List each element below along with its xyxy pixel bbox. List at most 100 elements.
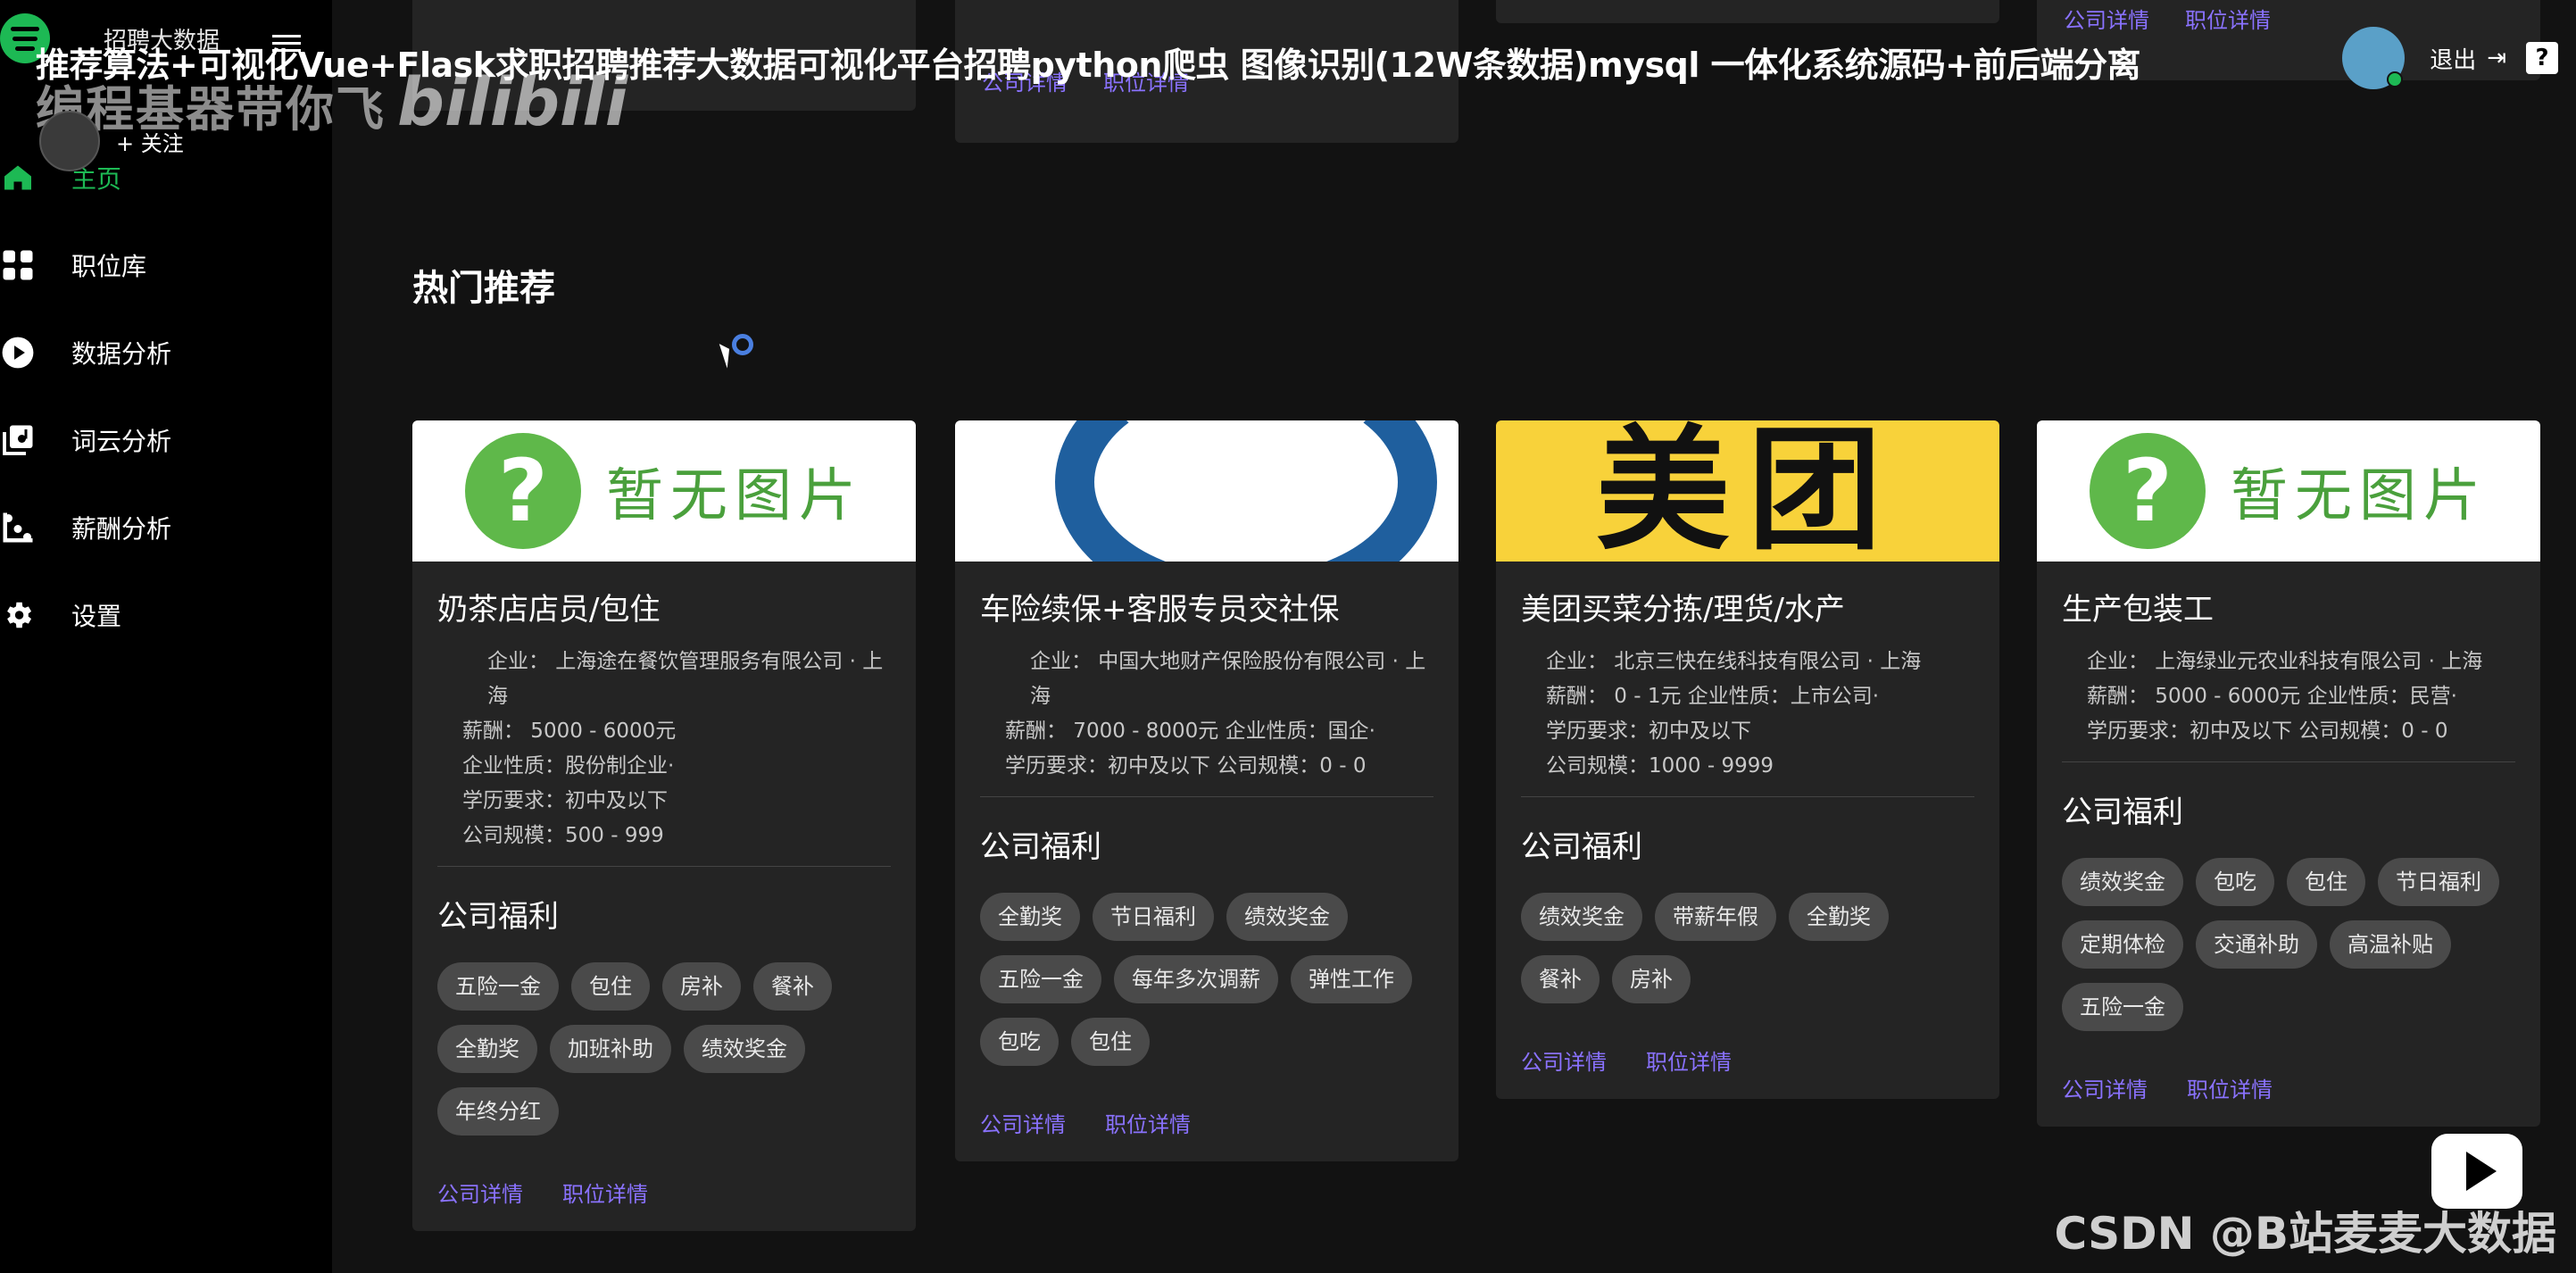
company-line: 企业： 上海绿业元农业科技有限公司 · 上海 [2087, 650, 2483, 673]
benefit-title: 公司福利 [980, 829, 1101, 865]
sidebar-item-settings[interactable]: 设置 [0, 571, 332, 659]
benefit-tag: 绩效奖金 [1521, 893, 1642, 941]
uploader-avatar[interactable] [39, 111, 100, 171]
benefit-tag: 全勤奖 [437, 1025, 537, 1073]
benefit-tag: 全勤奖 [1789, 893, 1889, 941]
header-user-area: 退出 ⇥ ? [2342, 27, 2558, 89]
job-detail-link[interactable]: 职位详情 [1646, 1044, 1732, 1076]
benefit-tag: 交通补助 [2196, 920, 2317, 969]
benefit-title: 公司福利 [2062, 795, 2183, 830]
no-image-text: 暂无图片 [2231, 463, 2488, 529]
benefit-tag: 绩效奖金 [684, 1025, 805, 1073]
benefit-tag: 全勤奖 [980, 893, 1080, 941]
question-mark-icon: ? [2090, 433, 2206, 549]
help-icon[interactable]: ? [2526, 42, 2558, 74]
company-logo-image [955, 420, 1458, 562]
job-title: 美团买菜分拣/理货/水产 [1521, 592, 1845, 628]
job-info: 企业： 北京三快在线科技有限公司 · 上海 薪酬： 0 - 1元 企业性质：上市… [1521, 645, 1974, 784]
follow-button[interactable]: + 关注 [116, 126, 184, 157]
education-line: 学历要求：初中及以下 [1546, 720, 1751, 743]
job-card[interactable]: ? 暂无图片 生产包装工 企业： 上海绿业元农业科技有限公司 · 上海 薪酬： … [2037, 420, 2540, 1127]
scatter-icon [0, 510, 36, 545]
company-line: 企业： 中国大地财产保险股份有限公司 · 上海 [1030, 650, 1426, 708]
company-size-line: 公司规模：500 - 999 [462, 824, 664, 847]
benefit-tag: 年终分红 [437, 1087, 559, 1136]
company-detail-link[interactable]: 公司详情 [437, 1177, 523, 1208]
sidebar-item-label: 职位库 [71, 252, 147, 281]
benefit-tag: 节日福利 [1093, 893, 1214, 941]
job-card[interactable]: 美团 美团买菜分拣/理货/水产 企业： 北京三快在线科技有限公司 · 上海 薪酬… [1496, 420, 1999, 1099]
job-title: 生产包装工 [2062, 592, 2214, 628]
salary-line: 薪酬： 5000 - 6000元 [462, 720, 677, 743]
sidebar-item-salary-analysis[interactable]: 薪酬分析 [0, 484, 332, 571]
sidebar-item-label: 词云分析 [71, 427, 172, 456]
wave-logo-icon [1055, 420, 1437, 562]
benefit-tag: 绩效奖金 [2062, 858, 2183, 906]
section-title: 热门推荐 [412, 268, 555, 309]
benefit-tag: 餐补 [753, 962, 832, 1011]
job-detail-link[interactable]: 职位详情 [1105, 1107, 1191, 1138]
job-info: 企业： 上海途在餐饮管理服务有限公司 · 上海 薪酬： 5000 - 6000元… [437, 645, 891, 853]
benefit-title: 公司福利 [437, 899, 559, 935]
play-circle-icon [0, 335, 36, 370]
benefit-tags: 五险一金 包住 房补 餐补 全勤奖 加班补助 绩效奖金 年终分红 [437, 962, 891, 1136]
benefit-tag: 五险一金 [980, 955, 1101, 1003]
job-info: 企业： 中国大地财产保险股份有限公司 · 上海 薪酬： 7000 - 8000元… [980, 645, 1433, 784]
question-mark-icon: ? [465, 433, 581, 549]
card-links: 公司详情 职位详情 [437, 1136, 891, 1231]
job-image: ? 暂无图片 [2037, 420, 2540, 562]
sidebar-item-data-analysis[interactable]: 数据分析 [0, 309, 332, 396]
no-image-text: 暂无图片 [606, 463, 863, 529]
job-title: 奶茶店店员/包住 [437, 592, 661, 628]
library-icon [0, 422, 36, 458]
company-detail-link[interactable]: 公司详情 [1521, 1044, 1607, 1076]
job-card[interactable]: 车险续保+客服专员交社保 企业： 中国大地财产保险股份有限公司 · 上海 薪酬：… [955, 420, 1458, 1161]
benefit-tag: 包住 [571, 962, 650, 1011]
salary-line: 薪酬： 7000 - 8000元 企业性质：国企· [1005, 720, 1375, 743]
company-detail-link[interactable]: 公司详情 [2064, 3, 2149, 34]
benefit-tag: 节日福利 [2378, 858, 2499, 906]
logout-icon[interactable]: ⇥ [2487, 45, 2506, 71]
job-card[interactable]: ? 暂无图片 奶茶店店员/包住 企业： 上海途在餐饮管理服务有限公司 · 上海 … [412, 420, 916, 1231]
benefit-tag: 包吃 [2196, 858, 2274, 906]
benefit-tag: 五险一金 [437, 962, 559, 1011]
sidebar-item-label: 设置 [71, 602, 122, 631]
sidebar-item-jobs[interactable]: 职位库 [0, 221, 332, 309]
card-links: 公司详情 职位详情 [1521, 1003, 1974, 1099]
benefit-tag: 房补 [662, 962, 741, 1011]
benefit-tags: 绩效奖金 包吃 包住 节日福利 定期体检 交通补助 高温补贴 五险一金 [2062, 858, 2515, 1031]
divider [1521, 796, 1974, 797]
benefit-tag: 五险一金 [2062, 983, 2183, 1031]
benefit-tag: 包吃 [980, 1018, 1059, 1066]
company-type-line: 企业性质：股份制企业· [462, 754, 675, 778]
csdn-watermark: CSDN @B站麦麦大数据 [2054, 1208, 2557, 1260]
job-detail-link[interactable]: 职位详情 [2185, 3, 2271, 34]
previous-card [1496, 0, 1999, 23]
home-icon [0, 160, 36, 196]
divider [2062, 761, 2515, 762]
card-links: 公司详情 职位详情 [980, 1066, 1433, 1161]
benefit-title: 公司福利 [1521, 829, 1642, 865]
benefit-tag: 定期体检 [2062, 920, 2183, 969]
job-image: ? 暂无图片 [412, 420, 916, 562]
benefit-tags: 全勤奖 节日福利 绩效奖金 五险一金 每年多次调薪 弹性工作 包吃 包住 [980, 893, 1433, 1066]
company-line: 企业： 上海途在餐饮管理服务有限公司 · 上海 [487, 650, 884, 708]
benefit-tags: 绩效奖金 带薪年假 全勤奖 餐补 房补 [1521, 893, 1974, 1003]
education-line: 学历要求：初中及以下 [462, 789, 668, 812]
benefit-tag: 餐补 [1521, 955, 1600, 1003]
logout-button[interactable]: 退出 [2430, 42, 2476, 75]
company-detail-link[interactable]: 公司详情 [2062, 1072, 2148, 1103]
benefit-tag: 带薪年假 [1655, 893, 1776, 941]
sidebar-item-wordcloud[interactable]: 词云分析 [0, 396, 332, 484]
company-size-line: 公司规模：1000 - 9999 [1546, 754, 1774, 778]
sidebar-nav: 主页 职位库 数据分析 词云分析 薪酬分析 设置 [0, 134, 332, 659]
benefit-tag: 加班补助 [550, 1025, 671, 1073]
avatar[interactable] [2342, 27, 2406, 89]
grid-icon [0, 247, 36, 283]
company-detail-link[interactable]: 公司详情 [980, 1107, 1066, 1138]
job-detail-link[interactable]: 职位详情 [562, 1177, 648, 1208]
sidebar: 招聘大数据 主页 职位库 数据分析 词云分析 薪酬分析 设置 [0, 0, 332, 1273]
education-line: 学历要求：初中及以下 公司规模：0 - 0 [1005, 754, 1367, 778]
salary-line: 薪酬： 0 - 1元 企业性质：上市公司· [1546, 685, 1880, 708]
job-detail-link[interactable]: 职位详情 [2187, 1072, 2273, 1103]
